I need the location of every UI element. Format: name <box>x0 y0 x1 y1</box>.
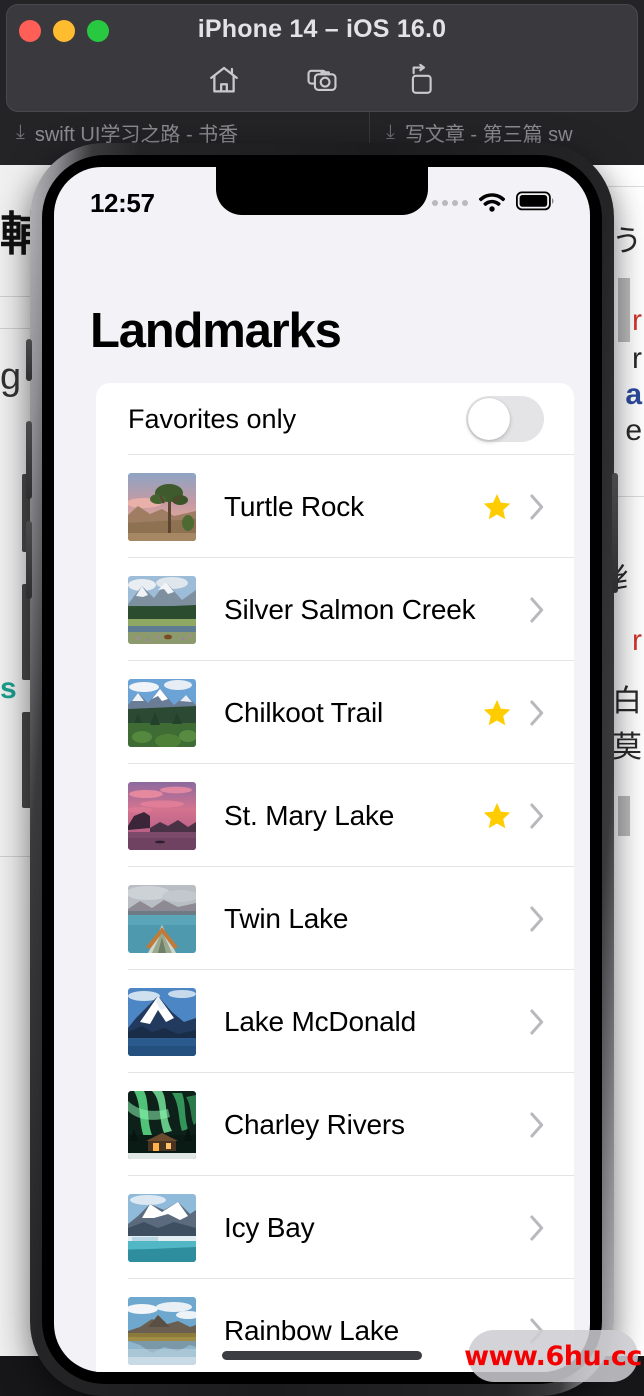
favorite-star-icon <box>482 492 512 522</box>
power-button[interactable] <box>612 473 618 593</box>
row-accessories <box>482 492 544 522</box>
display-notch <box>216 167 428 215</box>
landmark-name: Icy Bay <box>224 1211 315 1243</box>
rotate-button[interactable] <box>397 57 443 103</box>
landmark-name: Rainbow Lake <box>224 1314 400 1346</box>
favorite-star-icon <box>482 801 512 831</box>
screenshot-button[interactable] <box>299 57 345 103</box>
favorites-only-label: Favorites only <box>128 403 297 434</box>
landmark-name: Chilkoot Trail <box>224 696 384 728</box>
chevron-right-icon <box>530 906 544 932</box>
chevron-right-icon <box>530 494 544 520</box>
landmark-name: Lake McDonald <box>224 1005 416 1037</box>
mute-switch[interactable] <box>26 339 32 381</box>
row-accessories <box>482 1007 544 1037</box>
landmark-thumbnail <box>128 1193 196 1262</box>
background-text-fragment: g <box>0 356 22 398</box>
chevron-double-down-icon: ⤓ <box>386 120 395 143</box>
chevron-right-icon <box>530 1215 544 1241</box>
chevron-right-icon <box>530 597 544 623</box>
row-accessories <box>482 595 544 625</box>
chevron-right-icon <box>530 803 544 829</box>
home-indicator[interactable] <box>222 1351 422 1360</box>
simulator-window: iPhone 14 – iOS 16.0 <box>6 4 638 112</box>
row-accessories <box>482 698 544 728</box>
landmark-thumbnail <box>128 1296 196 1365</box>
landmark-thumbnail <box>128 987 196 1056</box>
landmark-name: St. Mary Lake <box>224 799 395 831</box>
row-accessories <box>482 904 544 934</box>
toggle-knob <box>468 398 510 440</box>
background-text-fragment: e <box>625 414 642 447</box>
favorite-star-placeholder <box>482 904 512 934</box>
status-bar-time: 12:57 <box>90 187 155 218</box>
landmarks-list: Favorites only Turtle Rock Silver Salmon… <box>96 383 574 1372</box>
landmark-name: Silver Salmon Creek <box>224 593 476 625</box>
favorite-star-placeholder <box>482 595 512 625</box>
favorite-star-icon <box>482 698 512 728</box>
background-text-fragment: r <box>632 342 642 375</box>
screenshot-camera-icon <box>305 63 339 97</box>
list-item[interactable]: Twin Lake <box>96 867 574 970</box>
favorite-star-placeholder <box>482 1110 512 1140</box>
simulator-toolbar <box>7 57 637 103</box>
background-text-fragment: 莫 <box>612 731 642 764</box>
background-text-fragment: a <box>625 378 642 411</box>
iphone-device: 12:57 Landmarks Favorites only Turtle Ro… <box>26 143 618 1396</box>
landmark-name: Twin Lake <box>224 902 349 934</box>
favorite-star-placeholder <box>482 1213 512 1243</box>
landmark-name: Charley Rivers <box>224 1108 405 1140</box>
chevron-right-icon <box>530 1009 544 1035</box>
list-item[interactable]: St. Mary Lake <box>96 764 574 867</box>
watermark: www.6hu.cc <box>464 1330 642 1382</box>
list-item[interactable]: Turtle Rock <box>96 455 574 558</box>
battery-full-icon <box>515 190 556 217</box>
landmark-thumbnail <box>128 1090 196 1159</box>
list-item[interactable]: Lake McDonald <box>96 970 574 1073</box>
volume-down-button[interactable] <box>26 521 32 599</box>
favorite-star-placeholder <box>482 1007 512 1037</box>
rotate-icon <box>403 63 437 97</box>
landmark-thumbnail <box>128 884 196 953</box>
device-screen: 12:57 Landmarks Favorites only Turtle Ro… <box>54 167 590 1372</box>
chevron-right-icon <box>530 700 544 726</box>
list-item[interactable]: Chilkoot Trail <box>96 661 574 764</box>
cellular-signal-icon <box>432 200 468 206</box>
home-icon <box>207 63 241 97</box>
landmark-thumbnail <box>128 781 196 850</box>
background-text-fragment: r <box>632 304 642 337</box>
chevron-right-icon <box>530 1112 544 1138</box>
watermark-text: www.6hu.cc <box>464 1340 642 1372</box>
volume-up-button[interactable] <box>26 421 32 499</box>
list-item[interactable]: Charley Rivers <box>96 1073 574 1176</box>
list-item[interactable]: Icy Bay <box>96 1176 574 1279</box>
background-text-fragment: 白 <box>612 685 642 718</box>
simulator-title: iPhone 14 – iOS 16.0 <box>197 15 447 43</box>
status-bar-indicators <box>432 190 556 217</box>
row-accessories <box>482 1110 544 1140</box>
row-accessories <box>482 801 544 831</box>
background-text-fragment: r <box>632 624 642 657</box>
favorites-only-row: Favorites only <box>96 383 574 455</box>
landmark-thumbnail <box>128 472 196 541</box>
landmark-name: Turtle Rock <box>224 490 364 522</box>
list-item[interactable]: Silver Salmon Creek <box>96 558 574 661</box>
chevron-double-down-icon: ⤓ <box>16 120 25 143</box>
wifi-icon <box>477 190 507 217</box>
row-accessories <box>482 1213 544 1243</box>
landmark-thumbnail <box>128 678 196 747</box>
background-text-fragment: う <box>612 225 642 258</box>
home-button[interactable] <box>201 57 247 103</box>
page-title: Landmarks <box>90 304 342 358</box>
background-text-fragment: s <box>0 672 17 705</box>
landmark-thumbnail <box>128 575 196 644</box>
favorites-only-toggle[interactable] <box>466 396 544 442</box>
